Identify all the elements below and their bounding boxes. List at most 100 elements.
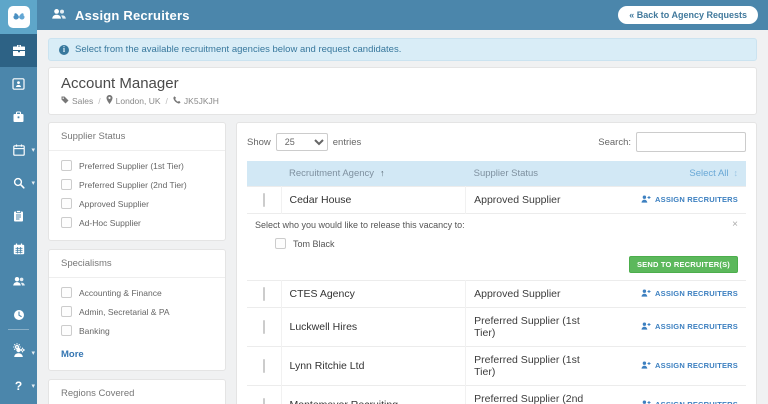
filter-option[interactable]: Accounting & Finance [61,287,213,298]
agencies-panel: Show 25 entries Search: Recruitment Agen… [236,122,757,404]
sidebar-item-planner[interactable] [0,232,37,265]
recruiter-option[interactable]: Tom Black [247,234,746,254]
filter-title: Regions Covered [49,380,225,404]
recruiter-name: Tom Black [293,238,335,249]
supplier-status: Preferred Supplier (1st Tier) [465,346,596,386]
search-label: Search: [598,136,631,148]
butterfly-logo-icon [7,6,30,28]
assign-recruiters-link[interactable]: ASSIGN RECRUITERS [641,195,738,204]
sidebar-item-search[interactable]: ▾ [0,166,37,199]
assign-recruiters-link[interactable]: ASSIGN RECRUITERS [641,289,738,298]
show-label: Show [247,136,271,148]
filter-option[interactable]: Preferred Supplier (1st Tier) [61,160,213,171]
chevron-down-icon: ▾ [31,146,35,154]
sidebar-item-account[interactable]: ▾ [0,336,37,369]
map-marker-icon [106,95,113,106]
checkbox[interactable] [275,238,286,249]
checkbox[interactable] [61,325,72,336]
page-title: Assign Recruiters [75,7,190,23]
expanded-release-row: Select who you would like to release thi… [247,213,746,281]
search-input[interactable] [636,132,746,152]
sidebar-item-candidates[interactable] [0,265,37,298]
filter-regions: Regions Covered London South East (excl … [48,379,226,404]
agency-name: Montemayor Recruiting [281,385,467,404]
assign-recruiters-link[interactable]: ASSIGN RECRUITERS [641,361,738,370]
clipboard-icon [13,209,24,222]
filter-option[interactable]: Ad-Hoc Supplier [61,217,213,228]
users-icon [12,276,26,287]
agency-name: Luckwell Hires [281,307,467,347]
supplier-status: Approved Supplier [465,280,596,308]
sidebar-item-contacts[interactable] [0,67,37,100]
row-checkbox[interactable] [262,193,265,207]
bag-icon [12,110,25,123]
sector-tag: Sales [61,96,93,106]
checkbox[interactable] [61,198,72,209]
page-size-group: Show 25 entries [247,133,361,151]
checkbox[interactable] [61,287,72,298]
row-checkbox[interactable] [262,359,265,373]
header-checkbox-column [247,161,281,187]
supplier-status: Preferred Supplier (2nd Tier) [465,385,596,404]
sidebar-item-help[interactable]: ? ▾ [0,369,37,402]
entries-label: entries [332,136,362,148]
assign-recruiters-link[interactable]: ASSIGN RECRUITERS [641,400,738,404]
supplier-status: Preferred Supplier (1st Tier) [465,307,596,347]
header-select-all[interactable]: Select All ↕ [596,161,746,187]
checkbox[interactable] [61,306,72,317]
filter-option[interactable]: Admin, Secretarial & PA [61,306,213,317]
phone-icon [173,95,181,106]
checkbox[interactable] [61,160,72,171]
briefcase-icon [12,44,26,57]
tag-icon [61,96,69,106]
user-icon [13,347,24,358]
filter-option[interactable]: Approved Supplier [61,198,213,209]
page-size-select[interactable]: 25 [275,133,328,151]
filter-specialisms: Specialisms Accounting & Finance Admin, … [48,249,226,371]
more-specialisms-link[interactable]: More [61,349,84,360]
filter-title: Specialisms [49,250,225,278]
account-manager-title: Account Manager [61,75,179,92]
filter-title: Supplier Status [49,123,225,151]
search-icon [13,177,25,189]
header-status[interactable]: Supplier Status [466,161,596,187]
main-content: i Select from the available recruitment … [37,30,768,404]
sidebar-item-vacancies[interactable] [0,34,37,67]
checkbox[interactable] [61,179,72,190]
sort-ascending-icon[interactable]: ↑ [380,168,385,178]
agency-name: Cedar House [281,186,467,214]
sidebar-item-tasks[interactable] [0,199,37,232]
reference-tag: JK5JKJH [173,96,219,106]
checkbox[interactable] [61,217,72,228]
agency-name: Lynn Ritchie Ltd [281,346,467,386]
filter-option[interactable]: Banking [61,325,213,336]
sidebar-divider [8,329,29,330]
assign-recruiters-link[interactable]: ASSIGN RECRUITERS [641,322,738,331]
search-group: Search: [598,132,746,152]
sidebar-item-jobs[interactable] [0,100,37,133]
filter-option[interactable]: Preferred Supplier (2nd Tier) [61,179,213,190]
info-alert-text: Select from the available recruitment ag… [75,44,402,55]
row-checkbox[interactable] [262,320,265,334]
row-checkbox[interactable] [262,287,265,301]
location-tag: London, UK [106,95,161,106]
page-title-group: Assign Recruiters [51,8,190,23]
sidebar: ▾ ▾ ▾ ? ▾ [0,0,37,404]
agencies-table: Recruitment Agency ↑ Supplier Status Sele… [247,161,746,404]
back-to-agency-requests-button[interactable]: « Back to Agency Requests [618,6,758,24]
tag-separator: / [165,95,168,106]
row-checkbox[interactable] [262,398,265,404]
calendar-grid-icon [13,243,25,255]
app-logo[interactable] [0,0,37,34]
release-prompt: Select who you would like to release thi… [255,220,465,230]
page-header: Assign Recruiters « Back to Agency Reque… [37,0,768,30]
sidebar-item-calendar[interactable]: ▾ [0,133,37,166]
send-to-recruiters-button[interactable]: SEND TO RECRUITER(S) [628,256,738,273]
close-icon[interactable]: × [732,220,738,230]
agency-name: CTES Agency [281,280,467,308]
filter-column: Supplier Status Preferred Supplier (1st … [48,122,226,404]
chevron-down-icon: ▾ [31,349,35,357]
header-agency[interactable]: Recruitment Agency ↑ [281,161,466,187]
sort-icon[interactable]: ↕ [734,168,739,178]
calendar-icon [12,144,25,156]
